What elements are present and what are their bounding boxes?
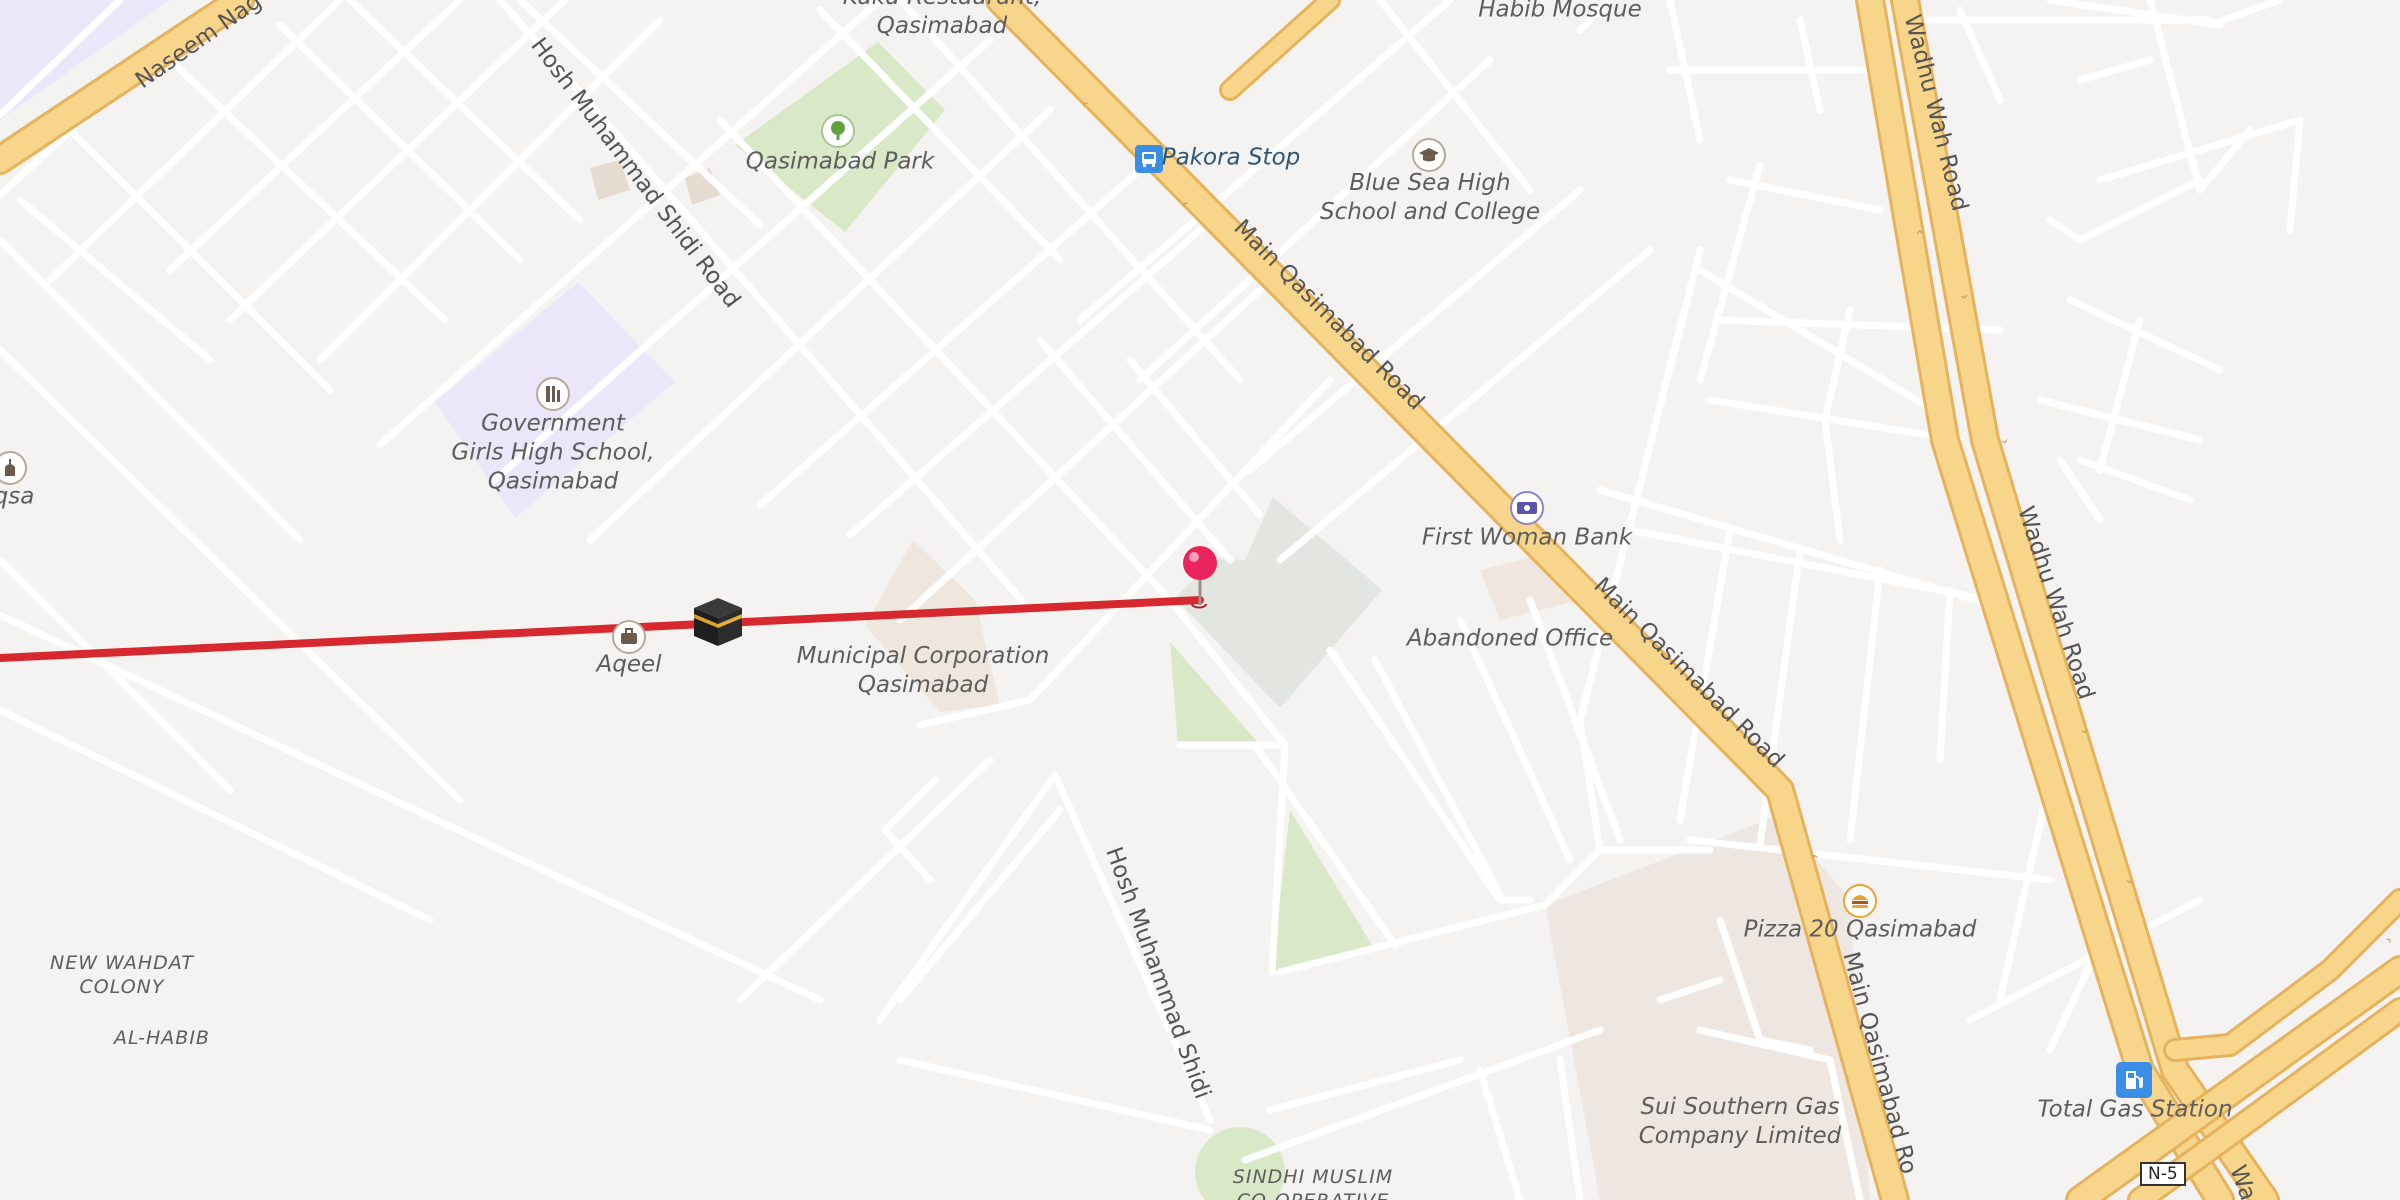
label-aqeel: Aqeel	[596, 651, 662, 678]
label-govt-girls-school: Government Girls High School, Qasimabad	[451, 410, 655, 495]
school-icon[interactable]	[1412, 138, 1446, 172]
mosque-glyph-icon	[5, 459, 15, 476]
label-sindhi-muslim: SINDHI MUSLIM CO-OPERATIVE	[1232, 1166, 1394, 1200]
label-pakora-stop: Pakora Stop	[1161, 144, 1301, 171]
pin-glyph	[1183, 546, 1217, 605]
bank-icon[interactable]	[1510, 491, 1544, 525]
label-kuku-restaurant: Kuku Restaurant, Qasimabad	[843, 0, 1042, 39]
label-pizza-20: Pizza 20 Qasimabad	[1743, 916, 1977, 943]
label-sui-southern-gas: Sui Southern Gas Company Limited	[1638, 1094, 1842, 1149]
svg-text:›: ›	[2382, 933, 2397, 948]
label-qasimabad-park: Qasimabad Park	[745, 148, 935, 175]
fuel-pump-icon	[2126, 1071, 2143, 1089]
label-total-gas-station: Total Gas Station	[2037, 1096, 2233, 1123]
highway-shield-n5: N-5	[2140, 1162, 2186, 1186]
briefcase-icon	[621, 628, 637, 644]
label-al-habib: AL-HABIB	[114, 1027, 210, 1049]
park-icon[interactable]	[821, 114, 855, 148]
location-pin-icon[interactable]	[1180, 545, 1220, 611]
pizza-icon[interactable]	[1843, 884, 1877, 918]
label-first-woman-bank: First Woman Bank	[1421, 524, 1633, 551]
map-view[interactable]: ‹ ‹ ‹ ‹ › › › › › Naseem Nag Hosh Muhamm…	[0, 0, 2400, 1200]
label-habib-mosque: Habib Mosque	[1478, 0, 1642, 23]
label-aqsa: qsa	[0, 483, 35, 510]
label-blue-sea-school: Blue Sea High School and College	[1319, 170, 1541, 225]
school-building-icon	[546, 386, 560, 402]
fuel-station-icon[interactable]	[2116, 1062, 2152, 1098]
govt-school-icon[interactable]	[536, 377, 570, 411]
burger-icon	[1852, 895, 1868, 908]
bus-glyph-icon	[1142, 152, 1156, 167]
label-municipal-corporation: Municipal Corporation Qasimabad	[796, 643, 1050, 698]
tree-icon	[831, 121, 845, 140]
office-icon[interactable]	[612, 620, 646, 654]
bus-stop-icon[interactable]	[1135, 145, 1163, 173]
kaaba-glyph	[694, 598, 742, 646]
label-abandoned-office: Abandoned Office	[1406, 625, 1614, 652]
label-new-wahdat-colony: NEW WAHDAT COLONY	[49, 952, 195, 998]
banknote-icon	[1517, 502, 1537, 514]
graduation-cap-icon	[1419, 148, 1439, 162]
kaaba-icon[interactable]	[690, 594, 746, 654]
